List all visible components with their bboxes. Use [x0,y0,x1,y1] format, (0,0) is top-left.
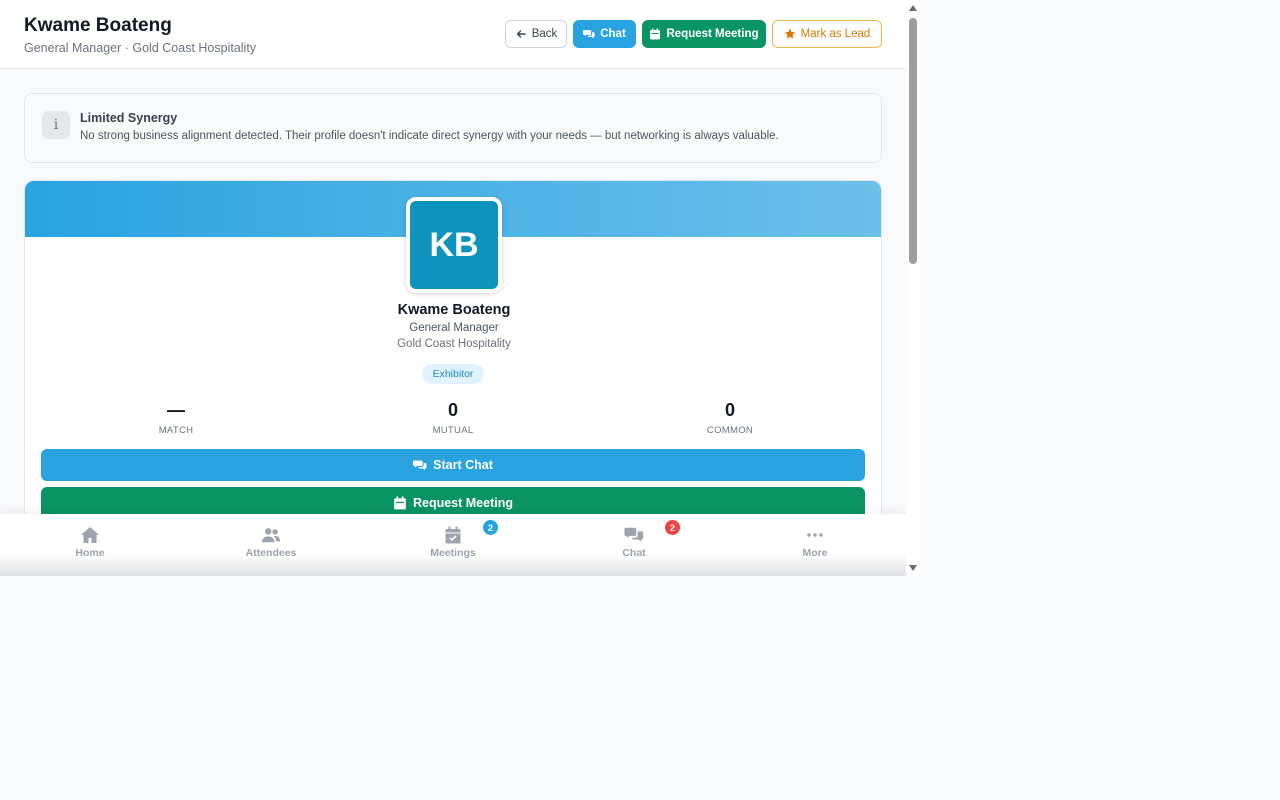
nav-item-chat[interactable]: Chat 2 [584,520,684,559]
request-meeting-button-label: Request Meeting [666,28,759,40]
chat-icon [413,460,427,470]
avatar: KB [406,197,502,293]
chat-icon [624,527,644,542]
nav-label: Home [75,547,105,559]
notice-title: Limited Synergy [80,111,178,125]
chat-button-label: Chat [600,28,626,40]
start-chat-label: Start Chat [433,458,493,472]
notice-text: No strong business alignment detected. T… [80,130,779,142]
nav-label: Attendees [245,547,297,559]
mark-as-lead-button-label: Mark as Lead [800,28,871,40]
calendar-icon [394,496,406,510]
chat-button[interactable]: Chat [573,20,636,48]
page-title: Kwame Boateng [24,15,172,36]
vertical-scrollbar[interactable] [906,0,920,576]
profile-name: Kwame Boateng [397,302,511,318]
profile-company: Gold Coast Hospitality [397,338,511,350]
back-button[interactable]: Back [505,20,567,48]
stat-common: 0 COMMON [670,400,790,436]
request-meeting-label: Request Meeting [412,496,513,510]
users-icon [261,528,281,543]
home-icon [81,527,99,543]
stat-value: 0 [447,400,458,420]
stat-label: MATCH [158,425,194,436]
info-icon: i [42,111,70,139]
start-chat-button[interactable]: Start Chat [41,449,865,481]
nav-label: Meetings [430,547,476,559]
app-viewport: Kwame Boateng General Manager · Gold Coa… [0,0,920,576]
synergy-notice: i Limited Synergy No strong business ali… [24,93,882,163]
stat-label: MUTUAL [432,425,474,436]
arrow-left-icon [516,30,526,38]
calendar-icon [650,28,661,40]
stat-value: — [167,400,185,420]
stat-match: — MATCH [116,400,236,436]
scrollbar-thumb[interactable] [909,18,917,264]
chat-icon [583,30,595,39]
exhibitor-badge: Exhibitor [422,364,484,384]
more-icon [807,533,823,537]
scroll-up-arrow-icon[interactable] [909,5,917,11]
stat-label: COMMON [706,425,754,436]
profile-card: KB Kwame Boateng General Manager Gold Co… [24,180,882,540]
calendar-check-icon [445,526,461,544]
bottom-nav: Home Attendees Meetings 2 Chat 2 More [0,514,906,576]
profile-role: General Manager [409,322,499,334]
stat-value: 0 [724,400,735,420]
star-icon [784,28,795,39]
page-header: Kwame Boateng General Manager · Gold Coa… [0,0,906,69]
nav-item-attendees[interactable]: Attendees [221,526,321,559]
nav-item-meetings[interactable]: Meetings 2 [403,520,503,559]
mark-as-lead-button[interactable]: Mark as Lead [772,20,882,48]
chat-count-badge: 2 [665,520,680,535]
nav-item-more[interactable]: More [765,526,865,559]
nav-label: Chat [622,547,646,559]
nav-label: More [802,547,828,559]
meetings-count-badge: 2 [483,520,498,535]
page-subtitle: General Manager · Gold Coast Hospitality [24,41,257,55]
stat-mutual: 0 MUTUAL [393,400,513,436]
back-button-label: Back [531,28,558,40]
request-meeting-button[interactable]: Request Meeting [642,20,766,48]
nav-item-home[interactable]: Home [40,526,140,559]
profile-page: Kwame Boateng General Manager · Gold Coa… [0,0,906,576]
scroll-down-arrow-icon[interactable] [909,565,917,571]
